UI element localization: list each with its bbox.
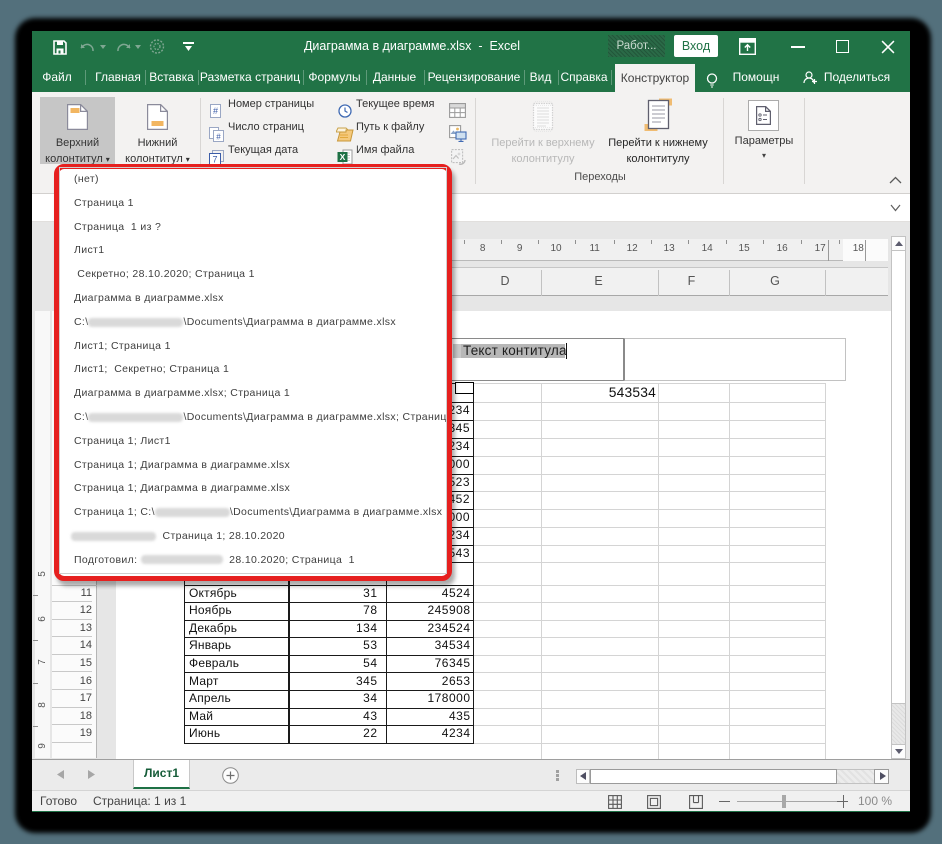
- svg-text:#: #: [216, 133, 221, 142]
- svg-text:X: X: [340, 152, 346, 162]
- svg-text:#: #: [213, 106, 218, 116]
- svg-text:7: 7: [212, 155, 217, 165]
